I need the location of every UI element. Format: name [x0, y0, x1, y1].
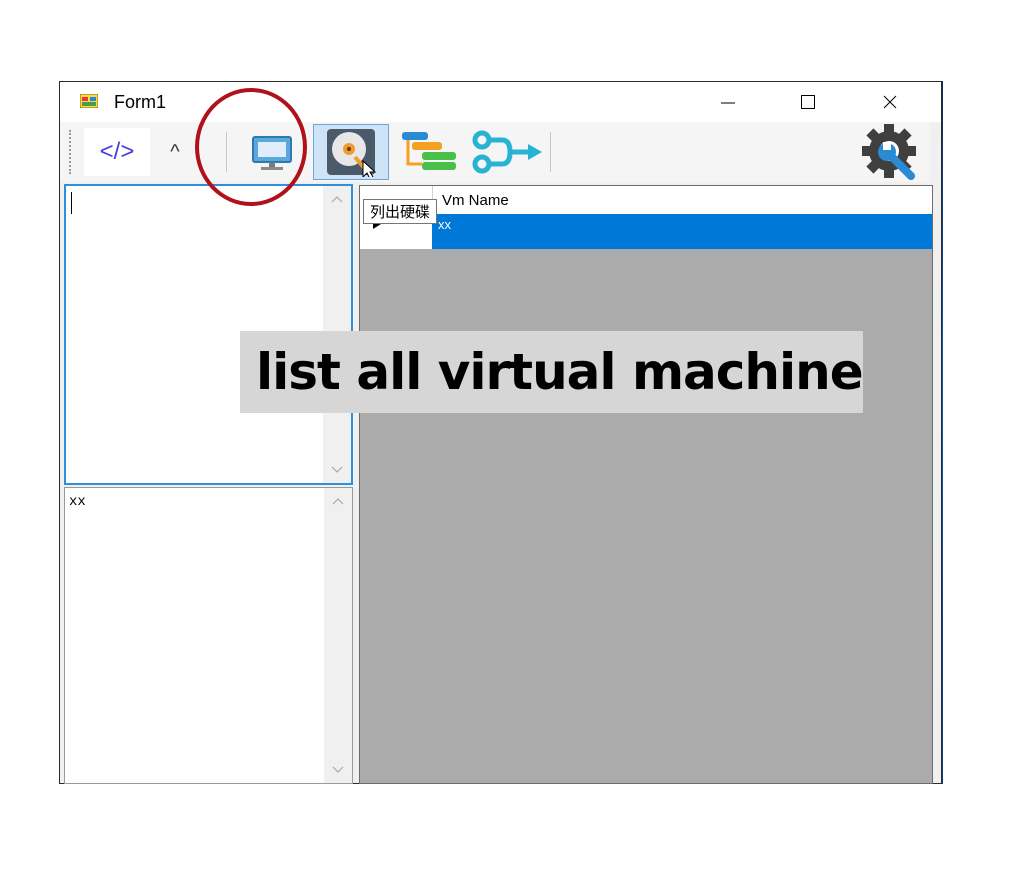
lower-text-panel[interactable]: xx: [64, 487, 353, 784]
caption-overlay: list all virtual machine: [240, 331, 864, 413]
vm-data-grid[interactable]: Vm Name xx: [359, 185, 933, 784]
tree-button[interactable]: [396, 126, 468, 178]
hard-disk-icon: [327, 129, 377, 177]
toolbar: </> ^: [60, 122, 930, 182]
vm-name-cell[interactable]: xx: [432, 214, 932, 249]
maximize-icon: [801, 95, 815, 109]
scroll-down-icon[interactable]: [331, 765, 345, 775]
toolbar-tooltip: 列出硬碟: [363, 199, 438, 224]
title-bar: Form1: [60, 82, 941, 122]
minimize-icon: [721, 102, 735, 104]
callout-circle: [195, 88, 307, 206]
chevron-button[interactable]: ^: [160, 134, 190, 170]
grid-header: Vm Name: [360, 186, 932, 215]
list-disks-button[interactable]: [313, 124, 389, 180]
table-row[interactable]: xx: [360, 214, 932, 249]
lower-panel-scrollbar[interactable]: [324, 488, 352, 783]
scroll-up-icon[interactable]: [330, 194, 344, 204]
form-app-icon: [80, 94, 98, 108]
merge-arrow-icon: [472, 130, 542, 174]
window-title: Form1: [114, 92, 167, 112]
toolbar-separator: [550, 132, 551, 172]
tree-list-icon: [402, 132, 456, 170]
scroll-up-icon[interactable]: [331, 496, 345, 506]
flow-button[interactable]: [468, 126, 548, 178]
code-button[interactable]: </>: [84, 128, 150, 176]
vm-name-value: xx: [438, 217, 451, 232]
toolbar-grip[interactable]: [69, 130, 71, 174]
close-icon: [883, 95, 897, 109]
minimize-button[interactable]: [708, 88, 748, 116]
chevron-up-icon: ^: [170, 140, 180, 163]
code-icon: </>: [99, 138, 135, 165]
close-button[interactable]: [870, 88, 910, 116]
scroll-down-icon[interactable]: [330, 465, 344, 475]
column-header-vm-name[interactable]: Vm Name: [442, 192, 509, 209]
settings-button[interactable]: [856, 124, 926, 180]
gear-wrench-icon: [862, 124, 916, 180]
lower-panel-text: xx: [69, 494, 86, 510]
maximize-button[interactable]: [788, 88, 828, 116]
text-caret: [71, 192, 72, 214]
